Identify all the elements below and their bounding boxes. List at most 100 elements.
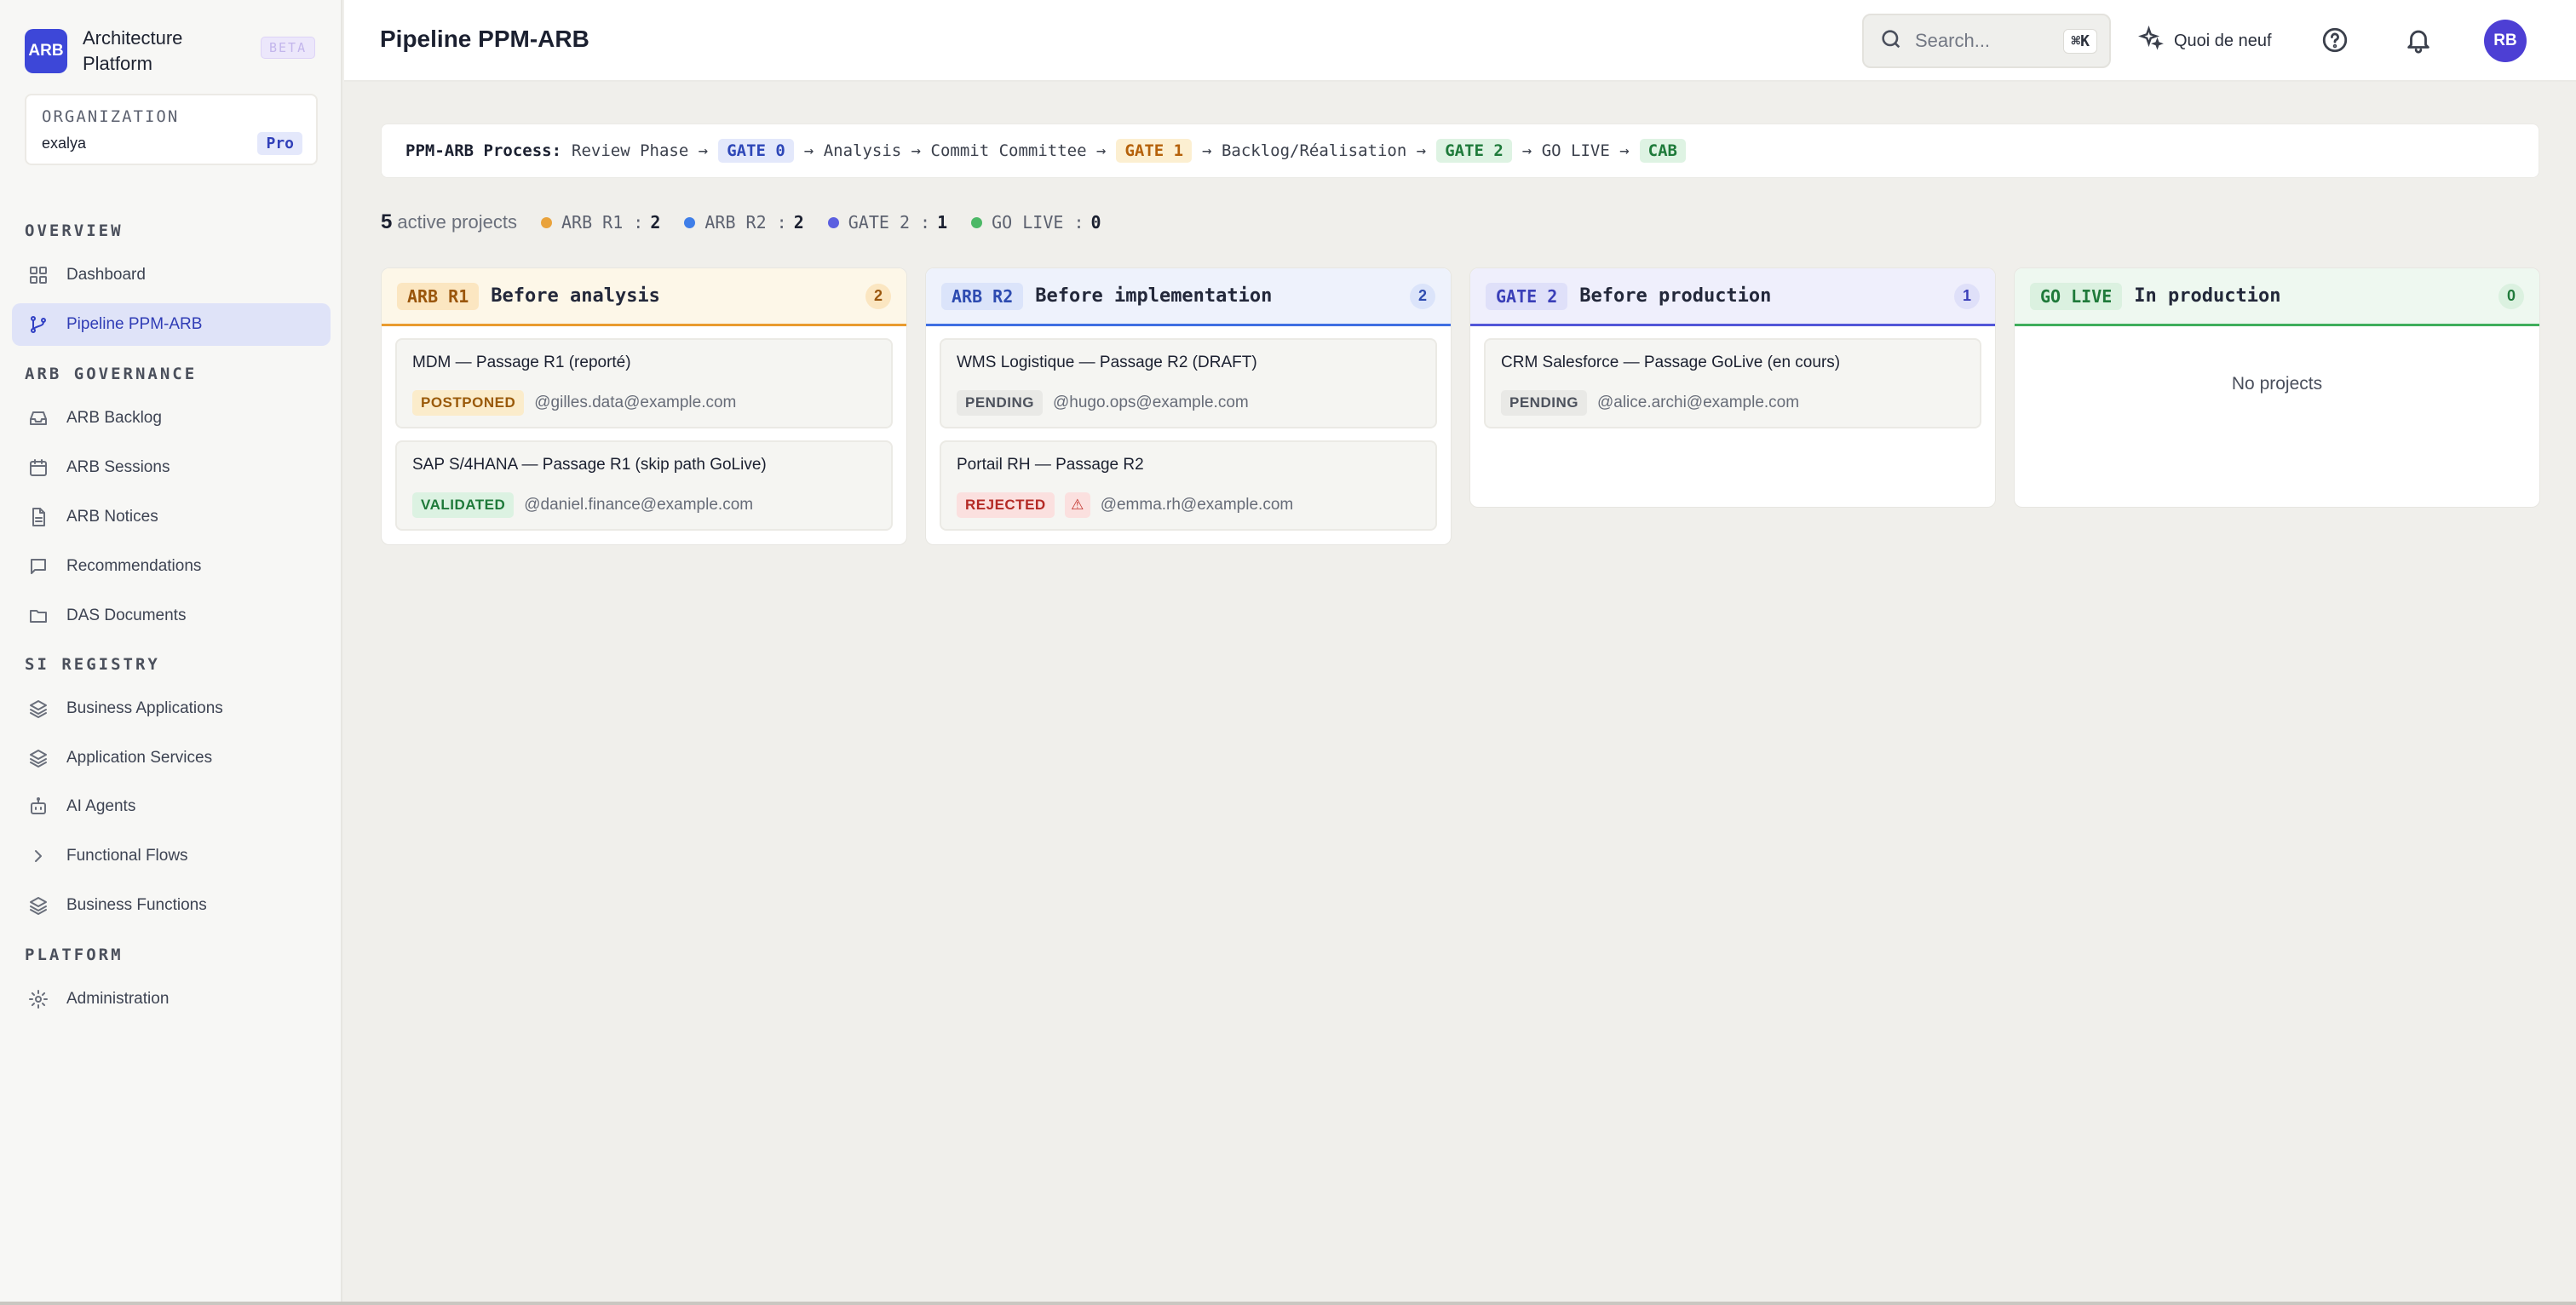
status-dot — [540, 216, 552, 228]
layers-icon — [27, 894, 49, 917]
sidebar-item-label: AI Agents — [66, 797, 136, 815]
sidebar-item-label: Functional Flows — [66, 847, 188, 865]
project-title: Portail RH — Passage R2 — [957, 456, 1144, 474]
sidebar-item-label: Business Functions — [66, 896, 207, 914]
project-card[interactable]: CRM Salesforce — Passage GoLive (en cour… — [1484, 338, 1981, 428]
sidebar-item-label: Business Applications — [66, 699, 223, 717]
column-tag: ARB R1 — [397, 282, 480, 310]
window-bottom-edge — [0, 1302, 2576, 1305]
column-count: 1 — [1954, 283, 1980, 309]
project-card[interactable]: MDM — Passage R1 (reporté) POSTPONED @gi… — [395, 338, 893, 428]
process-bar: PPM-ARB Process: Review Phase → GATE 0 →… — [381, 124, 2539, 178]
sidebar-item-label: ARB Backlog — [66, 409, 162, 427]
stat-label: GO LIVE : — [992, 212, 1084, 233]
sidebar-item-das-documents[interactable]: DAS Documents — [12, 595, 331, 637]
project-owner: @hugo.ops@example.com — [1052, 394, 1249, 411]
project-owner: @emma.rh@example.com — [1100, 496, 1294, 514]
sidebar-item-arb-backlog[interactable]: ARB Backlog — [12, 397, 331, 440]
project-owner: @gilles.data@example.com — [534, 394, 737, 411]
gate-0-badge: GATE 0 — [718, 139, 794, 163]
column-go-live: GO LIVE In production 0 No projects — [2014, 267, 2540, 508]
column-title: Before implementation — [1035, 285, 1273, 307]
layers-icon — [27, 747, 49, 769]
bot-icon — [27, 796, 49, 818]
section-platform: PLATFORM — [25, 946, 124, 964]
project-card[interactable]: SAP S/4HANA — Passage R1 (skip path GoLi… — [395, 440, 893, 531]
sidebar-item-label: DAS Documents — [66, 607, 187, 624]
status-dot — [684, 216, 696, 228]
sidebar-item-pipeline[interactable]: Pipeline PPM-ARB — [12, 303, 331, 346]
organization-selector[interactable]: ORGANIZATION exalya Pro — [25, 94, 318, 165]
stat-value: 2 — [793, 212, 804, 233]
sidebar-item-business-applications[interactable]: Business Applications — [12, 687, 331, 730]
brand-name: Architecture Platform — [83, 27, 183, 74]
file-text-icon — [27, 506, 49, 528]
sidebar-item-dashboard[interactable]: Dashboard — [12, 254, 331, 296]
sidebar-item-business-functions[interactable]: Business Functions — [12, 884, 331, 927]
section-arb-governance: ARB GOVERNANCE — [25, 365, 198, 383]
whats-new-label: Quoi de neuf — [2174, 31, 2272, 50]
page-title: Pipeline PPM-ARB — [380, 26, 589, 52]
sidebar-item-application-services[interactable]: Application Services — [12, 737, 331, 779]
sidebar: ARB Architecture Platform BETA ORGANIZAT… — [0, 0, 342, 1305]
project-title: WMS Logistique — Passage R2 (DRAFT) — [957, 354, 1257, 371]
organization-name: exalya — [42, 135, 87, 152]
layers-icon — [27, 698, 49, 720]
help-icon[interactable] — [2320, 26, 2349, 55]
bell-icon[interactable] — [2404, 26, 2433, 55]
column-count: 2 — [865, 283, 891, 309]
sidebar-item-functional-flows[interactable]: Functional Flows — [12, 835, 331, 877]
sidebar-item-label: Pipeline PPM-ARB — [66, 315, 203, 333]
column-body: CRM Salesforce — Passage GoLive (en cour… — [1470, 326, 1995, 507]
sparkles-icon — [2137, 25, 2174, 56]
sidebar-item-label: Recommendations — [66, 557, 202, 575]
sidebar-item-arb-sessions[interactable]: ARB Sessions — [12, 446, 331, 489]
column-arb-r1: ARB R1 Before analysis 2 MDM — Passage R… — [381, 267, 907, 545]
git-branch-icon — [27, 313, 49, 336]
stat-go-live: GO LIVE : 0 — [971, 212, 1101, 233]
project-card[interactable]: Portail RH — Passage R2 REJECTED ⚠ @emma… — [940, 440, 1437, 531]
sidebar-item-recommendations[interactable]: Recommendations — [12, 545, 331, 588]
avatar[interactable]: RB — [2484, 20, 2527, 62]
project-card[interactable]: WMS Logistique — Passage R2 (DRAFT) PEND… — [940, 338, 1437, 428]
cab-badge: CAB — [1639, 139, 1686, 163]
sidebar-item-arb-notices[interactable]: ARB Notices — [12, 496, 331, 538]
section-si-registry: SI REGISTRY — [25, 655, 160, 674]
column-arb-r2: ARB R2 Before implementation 2 WMS Logis… — [925, 267, 1452, 545]
stat-value: 2 — [650, 212, 661, 233]
column-header: GATE 2 Before production 1 — [1470, 268, 1995, 326]
project-stats: 5 active projects ARB R1 : 2 ARB R2 : 2 … — [381, 210, 1101, 234]
process-label: PPM-ARB Process: — [405, 141, 562, 160]
folder-icon — [27, 605, 49, 627]
search-input[interactable]: Search... ⌘K — [1862, 14, 2111, 68]
column-count: 2 — [1410, 283, 1435, 309]
brand[interactable]: ARB Architecture Platform — [25, 26, 227, 77]
column-title: Before analysis — [491, 285, 660, 307]
chevron-right-icon — [27, 845, 49, 867]
sidebar-item-label: ARB Notices — [66, 508, 158, 526]
status-badge: REJECTED — [957, 492, 1055, 518]
status-badge: PENDING — [1501, 390, 1587, 416]
process-step-backlog: → Backlog/Réalisation → — [1202, 141, 1427, 160]
column-gate-2: GATE 2 Before production 1 CRM Salesforc… — [1469, 267, 1996, 508]
active-projects-count: 5 — [381, 210, 393, 233]
column-title: In production — [2134, 285, 2281, 307]
stat-value: 1 — [937, 212, 948, 233]
brand-logo: ARB — [25, 29, 67, 73]
status-badge: PENDING — [957, 390, 1043, 416]
whats-new-button[interactable]: Quoi de neuf — [2137, 25, 2272, 56]
column-tag: GATE 2 — [1486, 282, 1568, 310]
gate-2-badge: GATE 2 — [1436, 139, 1512, 163]
grid-icon — [27, 264, 49, 286]
process-step-review: Review Phase → — [572, 141, 709, 160]
sidebar-item-administration[interactable]: Administration — [12, 978, 331, 1020]
status-badge: VALIDATED — [412, 492, 515, 518]
sidebar-item-label: Application Services — [66, 749, 213, 767]
sidebar-item-ai-agents[interactable]: AI Agents — [12, 785, 331, 828]
column-tag: ARB R2 — [941, 282, 1024, 310]
calendar-icon — [27, 457, 49, 479]
organization-label: ORGANIZATION — [42, 107, 180, 126]
active-projects-label: active projects — [397, 211, 517, 233]
gate-1-badge: GATE 1 — [1116, 139, 1193, 163]
project-title: SAP S/4HANA — Passage R1 (skip path GoLi… — [412, 456, 767, 474]
